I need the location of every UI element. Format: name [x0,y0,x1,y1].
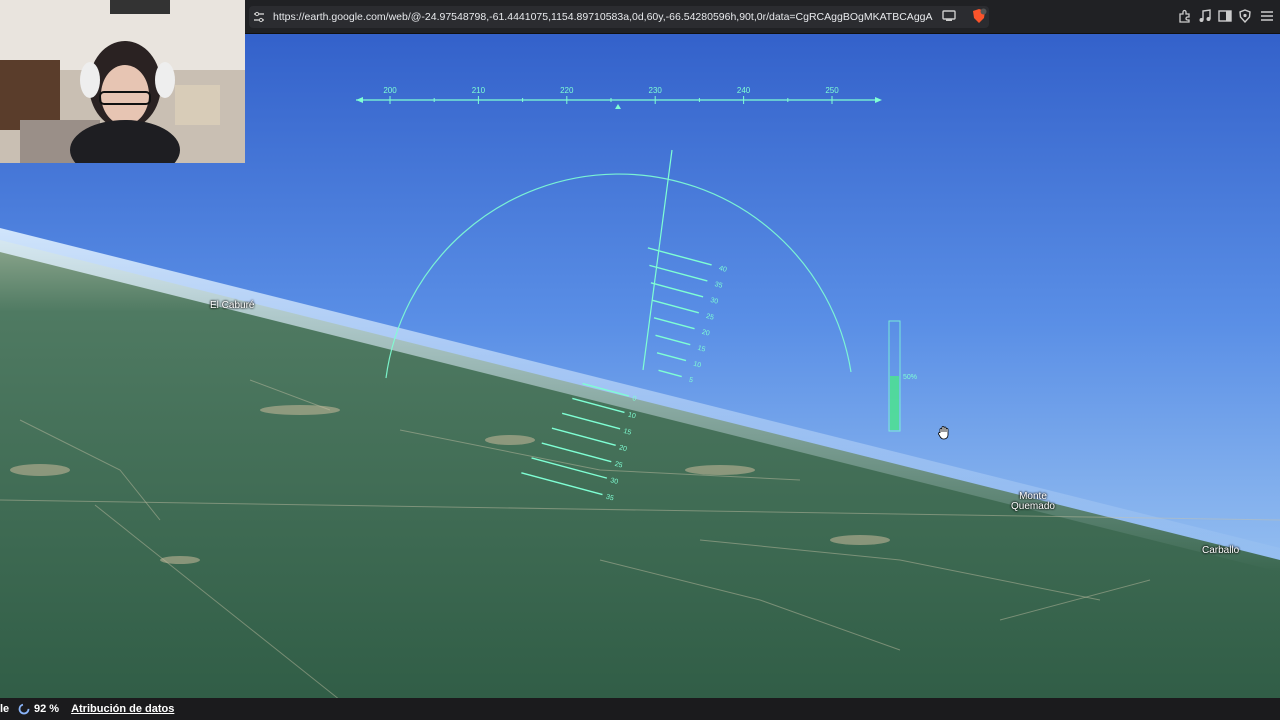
heading-tick-label: 240 [737,86,751,95]
place-label-monte-quemado[interactable]: Monte Quemado [1010,492,1056,512]
pitch-spine [642,149,673,371]
pitch-rung-lower [561,412,621,430]
pitch-label-lower: 10 [627,412,636,421]
pitch-rung-upper [649,264,708,282]
pitch-rung-upper [658,369,682,378]
pitch-rung-upper [656,352,687,362]
pitch-label-lower: 15 [623,428,632,437]
pitch-rung-lower [521,472,603,496]
pitch-rung-upper [655,334,691,346]
pitch-label-upper: 25 [705,313,714,322]
bank-arc [385,173,852,379]
pitch-rung-lower [572,397,625,414]
pitch-label-upper: 30 [710,297,719,306]
grab-cursor-icon [938,426,949,440]
pitch-rung-lower [531,457,608,479]
pitch-rung-lower [541,442,612,463]
throttle-label: 50% [903,374,917,381]
pitch-rung-lower [551,427,616,446]
place-label-el-cabure[interactable]: El Caburé [210,301,254,311]
pitch-label-upper: 10 [692,361,701,370]
heading-right-arrow-icon [875,97,882,103]
pitch-label-lower: 35 [605,494,614,503]
pitch-label-lower: 0 [631,395,637,403]
zoom-level: 92 % [34,703,60,715]
place-label-carballo[interactable]: Carballo [1202,546,1239,556]
pitch-label-upper: 40 [718,265,727,274]
pitch-label-lower: 20 [618,444,627,453]
pitch-label-lower: 25 [614,461,623,470]
flight-hud: 200 210 220 230 240 250 40 35 30 25 20 15 10 5 0 10 15 2… [356,86,917,503]
throttle-gauge: 50% [888,320,917,432]
heading-tape: 200 210 220 230 240 250 [356,86,882,109]
status-text-cut: le [0,703,10,715]
data-attribution-link[interactable]: Atribución de datos [71,703,174,715]
pitch-label-upper: 15 [697,345,706,354]
pitch-rung-lower [582,382,630,397]
pitch-ladder-rotated: 40 35 30 25 20 15 10 5 0 10 15 20 25 30 35 [521,247,727,503]
pitch-rung-upper [650,282,704,298]
pitch-rung-upper [652,299,699,314]
heading-tick-label: 200 [383,86,397,95]
pitch-label-lower: 30 [609,477,618,486]
throttle-fill [890,376,899,430]
bank-arc-path [385,173,852,379]
heading-tick-label: 210 [472,86,486,95]
pitch-label-upper: 5 [688,377,694,385]
loading-spinner-icon [18,703,30,715]
pitch-ladder: 40 35 30 25 20 15 10 5 0 10 15 20 25 30 35 [521,149,727,503]
heading-tick-label: 250 [825,86,839,95]
heading-left-arrow-icon [356,97,363,103]
heading-tick-label: 220 [560,86,574,95]
status-bar: le 92 % Atribución de datos [0,698,1280,720]
pitch-label-upper: 35 [714,281,723,290]
pitch-label-upper: 20 [701,329,710,338]
pitch-rung-upper [653,317,695,330]
heading-tick-label: 230 [649,86,663,95]
heading-pointer-icon [615,104,621,109]
